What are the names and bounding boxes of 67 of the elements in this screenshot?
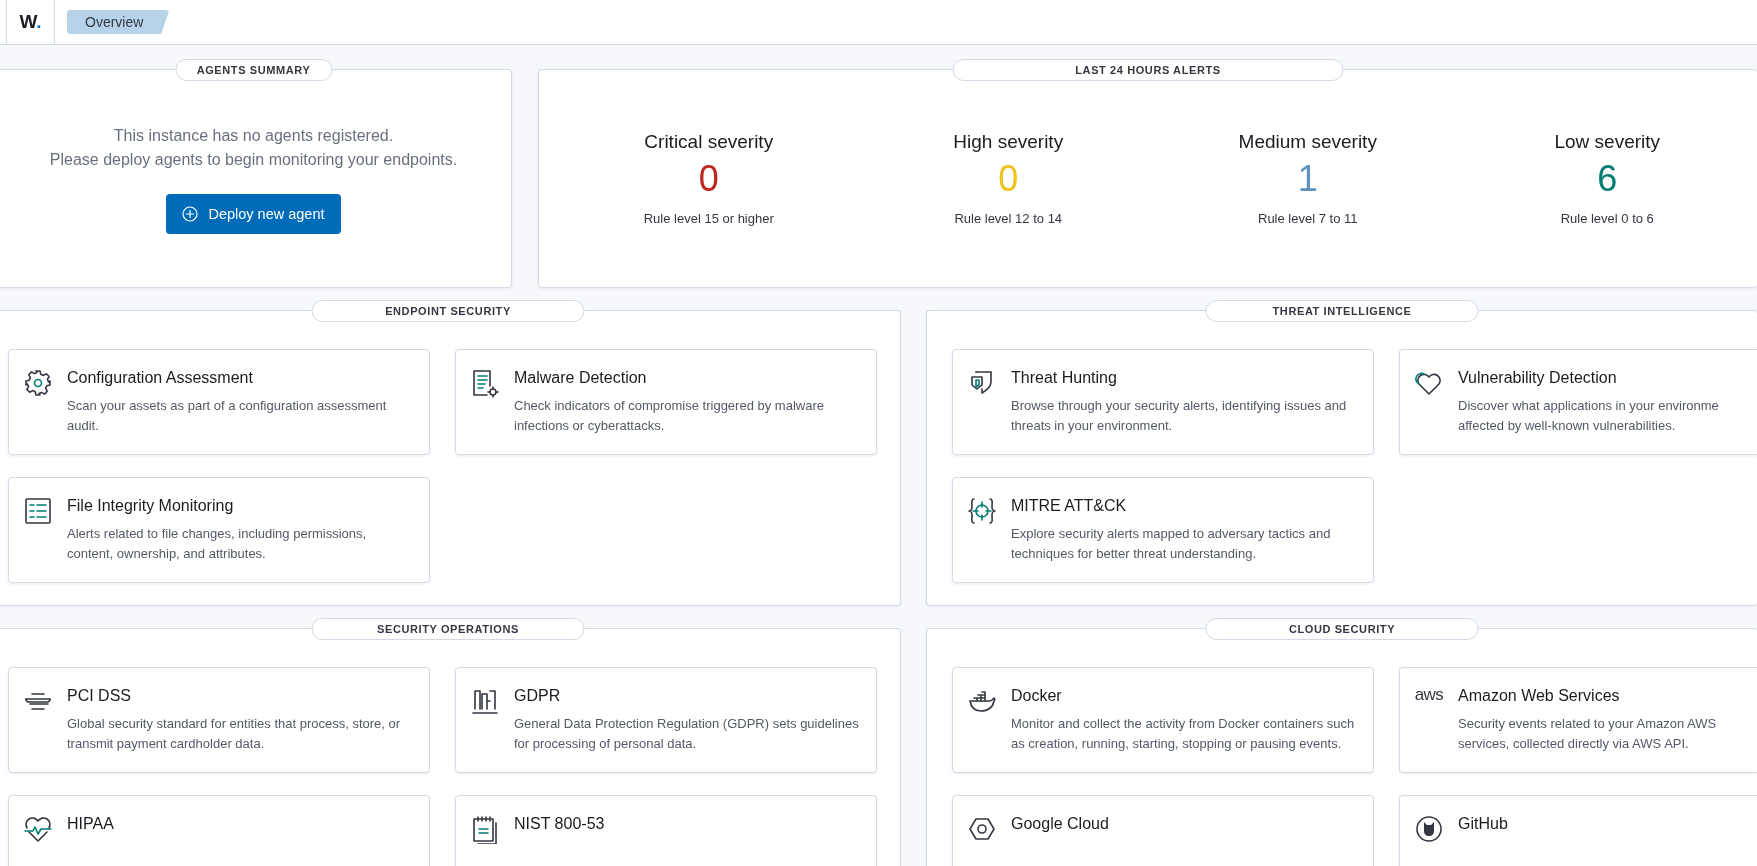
card-title: MITRE ATT&CK [1011, 496, 1128, 516]
card-description: Alerts related to file changes, including permissions, content, ownership, and attributes. [67, 525, 368, 563]
card-description: Security events related to your Amazon AWS services, collected directly via AWS API. [1458, 715, 1718, 753]
rule-level: Rule level 15 or higher [643, 211, 774, 226]
card-title: NIST 800-53 [514, 814, 605, 834]
panel-title: AGENTS SUMMARY [175, 59, 332, 81]
severity-label: Medium severity [1238, 131, 1377, 153]
card-description: Browse through your security alerts, identifying issues and threats in your environment. [1011, 397, 1348, 435]
severity-label: Critical severity [644, 131, 774, 153]
panel-title: LAST 24 HOURS ALERTS [952, 59, 1344, 81]
card-description: Global security standard for entities that process, store, or transmit payment cardholder data. [67, 715, 402, 753]
module-card[interactable]: Docker Monitor and collect the activity from Docker containers such as creation, running, starting, stopping or pausing events. [952, 667, 1374, 773]
card-description: Explore security alerts mapped to adversary tactics and techniques for better threat understanding. [1011, 525, 1332, 563]
card-description: Scan your assets as part of a configuration assessment audit. [67, 397, 388, 435]
card-title: Threat Hunting [1011, 368, 1118, 388]
severity-label: Low severity [1554, 131, 1661, 153]
logo[interactable]: W. [19, 11, 42, 33]
rule-level: Rule level 0 to 6 [1560, 211, 1654, 226]
section-title: THREAT INTELLIGENCE [1205, 300, 1479, 322]
card-title: File Integrity Monitoring [67, 496, 235, 516]
list-icon [23, 496, 53, 526]
rule-level: Rule level 12 to 14 [954, 211, 1063, 226]
severity-label: High severity [953, 131, 1064, 153]
gear-icon [23, 368, 53, 398]
card-description: Monitor and collect the activity from Docker containers such as creation, running, starting, stopping or pausing events. [1011, 715, 1356, 753]
card-description: Discover what applications in your environme affected by well-known vulnerabilities. [1458, 397, 1720, 435]
plus-circle-icon [182, 205, 199, 222]
card-title: Amazon Web Services [1458, 686, 1621, 706]
module-card[interactable]: PCI DSS Global security standard for entities that process, store, or transmit payment cardholder data. [8, 667, 430, 773]
module-card[interactable]: MITRE ATT&CK Explore security alerts mapped to adversary tactics and techniques for better threat understanding. [952, 477, 1374, 583]
module-card[interactable]: GDPR General Data Protection Regulation (GDPR) sets guidelines for processing of personal data. [455, 667, 877, 773]
empty-message: This instance has no agents registered. [112, 125, 395, 146]
deploy-button[interactable]: Deploy new agent [166, 193, 341, 234]
rule-level: Rule level 7 to 11 [1258, 211, 1358, 226]
card-title: Google Cloud [1011, 814, 1109, 834]
module-card[interactable]: GitHub [1399, 795, 1757, 866]
module-card[interactable]: aws Amazon Web Services Security events related to your Amazon AWS services, collected directly via AWS API. [1399, 667, 1757, 773]
card-title: HIPAA [67, 814, 114, 834]
card-title: GDPR [514, 686, 562, 706]
module-card[interactable]: HIPAA [8, 795, 430, 866]
document-gear-icon [470, 368, 500, 398]
section-title: ENDPOINT SECURITY [311, 300, 585, 322]
heartbeat-icon [23, 814, 53, 844]
clipboard-icon [470, 814, 500, 844]
aws-logo: aws [1414, 686, 1444, 706]
card-title: Configuration Assessment [67, 368, 254, 388]
card-title: PCI DSS [67, 686, 132, 706]
module-card[interactable]: Malware Detection Check indicators of compromise triggered by malware infections or cyberattacks. [455, 349, 877, 455]
empty-message: Please deploy agents to begin monitoring your endpoints. [49, 149, 458, 170]
card-description: Check indicators of compromise triggered by malware infections or cyberattacks. [514, 397, 825, 435]
module-card[interactable]: Threat Hunting Browse through your security alerts, identifying issues and threats in your environment. [952, 349, 1374, 455]
target-icon [967, 496, 997, 526]
section-title: SECURITY OPERATIONS [311, 618, 585, 640]
section-title: CLOUD SECURITY [1205, 618, 1479, 640]
card-title: Malware Detection [514, 368, 648, 388]
alert-count[interactable]: 0 [698, 157, 719, 201]
module-card[interactable]: File Integrity Monitoring Alerts related to file changes, including permissions, content, ownership, and attributes. [8, 477, 430, 583]
card-title: Vulnerability Detection [1458, 368, 1618, 388]
alert-count[interactable]: 6 [1597, 157, 1618, 201]
card-description: General Data Protection Regulation (GDPR) sets guidelines for processing of personal data. [514, 715, 860, 753]
module-card[interactable]: Configuration Assessment Scan your assets as part of a configuration assessment audit. [8, 349, 430, 455]
breadcrumb[interactable]: Overview [67, 10, 170, 34]
module-card[interactable]: NIST 800-53 [455, 795, 877, 866]
module-card[interactable]: Google Cloud [952, 795, 1374, 866]
card-title: GitHub [1458, 814, 1508, 834]
card-title: Docker [1011, 686, 1063, 706]
module-card[interactable]: Vulnerability Detection Discover what applications in your environme affected by well-known vulnerabilities. [1399, 349, 1757, 455]
